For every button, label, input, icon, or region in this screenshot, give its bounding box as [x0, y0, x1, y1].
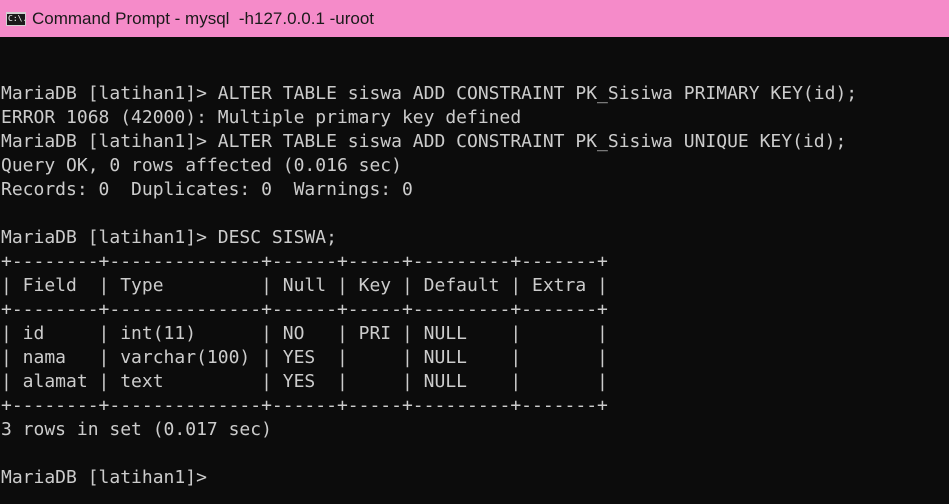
console-line-result: Query OK, 0 rows affected (0.016 sec): [1, 155, 402, 176]
table-header-row: | Field | Type | Null | Key | Default | …: [1, 275, 608, 296]
console-line-error: ERROR 1068 (42000): Multiple primary key…: [1, 107, 522, 128]
table-border: +--------+--------------+------+-----+--…: [1, 251, 608, 272]
console-output[interactable]: MariaDB [latihan1]> ALTER TABLE siswa AD…: [1, 58, 947, 498]
table-row: | nama | varchar(100) | YES | | NULL | |: [1, 347, 608, 368]
console-line-command: MariaDB [latihan1]> ALTER TABLE siswa AD…: [1, 131, 847, 152]
console-line-blank: [1, 58, 947, 82]
console-prompt[interactable]: MariaDB [latihan1]>: [1, 466, 947, 490]
command-prompt-window: C:\. Command Prompt - mysql -h127.0.0.1 …: [0, 0, 949, 504]
window-title: Command Prompt - mysql -h127.0.0.1 -uroo…: [32, 8, 375, 28]
console-line-blank: [1, 202, 947, 226]
table-border: +--------+--------------+------+-----+--…: [1, 395, 608, 416]
table-row: | id | int(11) | NO | PRI | NULL | |: [1, 323, 608, 344]
table-row: | alamat | text | YES | | NULL | |: [1, 371, 608, 392]
table-border: +--------+--------------+------+-----+--…: [1, 299, 608, 320]
console-line-result: 3 rows in set (0.017 sec): [1, 419, 272, 440]
console-line-result: Records: 0 Duplicates: 0 Warnings: 0: [1, 179, 413, 200]
title-bar[interactable]: C:\. Command Prompt - mysql -h127.0.0.1 …: [0, 0, 949, 37]
console-line-command: MariaDB [latihan1]> DESC SISWA;: [1, 227, 337, 248]
cmd-icon: C:\.: [6, 11, 26, 26]
console-line-command: MariaDB [latihan1]> ALTER TABLE siswa AD…: [1, 83, 858, 104]
console-line-blank: [1, 442, 947, 466]
